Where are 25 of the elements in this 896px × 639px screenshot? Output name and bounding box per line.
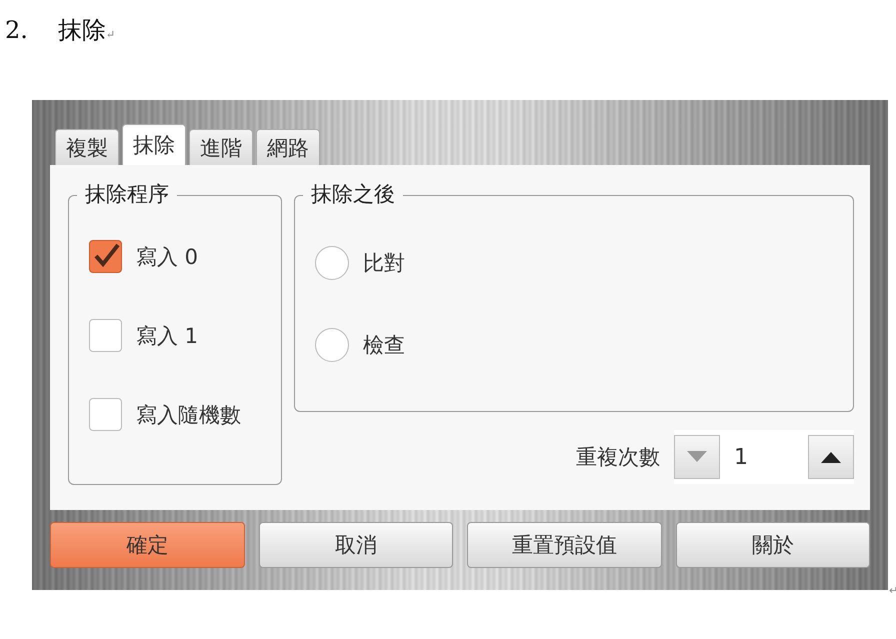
radio-button[interactable] xyxy=(315,328,349,362)
heading-number: 2. xyxy=(5,16,28,44)
tab[interactable]: 抹除 xyxy=(122,124,186,165)
dialog-button[interactable]: 關於 xyxy=(676,522,870,568)
checkbox-label: 寫入 0 xyxy=(136,244,198,270)
checkbox[interactable] xyxy=(89,319,122,352)
radio-label: 檢查 xyxy=(363,332,405,359)
dialog-button[interactable]: 取消 xyxy=(258,522,453,568)
radio-label: 比對 xyxy=(363,250,405,277)
checkbox[interactable] xyxy=(89,240,122,273)
checkbox-label: 寫入隨機數 xyxy=(136,402,241,428)
dialog-button[interactable]: 確定 xyxy=(50,522,244,568)
repeat-label: 重複次數 xyxy=(576,444,660,471)
tab[interactable]: 複製 xyxy=(55,129,119,165)
checkbox[interactable] xyxy=(89,398,122,431)
increment-button[interactable] xyxy=(808,435,854,479)
checkbox-label: 寫入 1 xyxy=(136,322,198,350)
radio-button[interactable] xyxy=(315,246,349,280)
up-triangle-icon xyxy=(821,451,841,463)
down-triangle-icon xyxy=(687,451,707,463)
decrement-button[interactable] xyxy=(674,435,720,479)
heading-title: 抹除↵ xyxy=(58,15,116,46)
dialog-button[interactable]: 重置預設值 xyxy=(467,522,662,568)
tab[interactable]: 進階 xyxy=(189,129,253,165)
tab[interactable]: 網路 xyxy=(256,129,320,165)
